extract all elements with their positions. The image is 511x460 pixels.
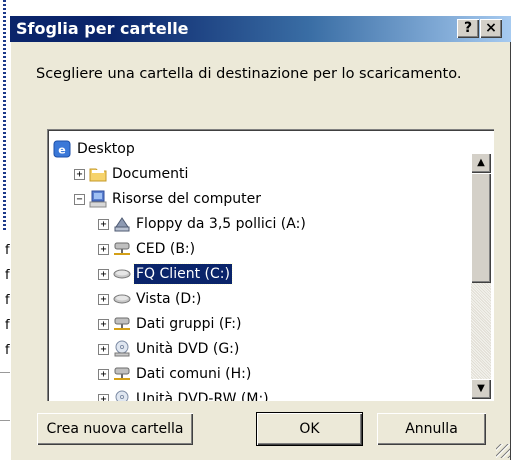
collapse-toggle[interactable]: − bbox=[74, 194, 85, 205]
network-drive-icon bbox=[113, 240, 131, 258]
svg-text:e: e bbox=[58, 144, 65, 157]
title-bar[interactable]: Sfoglia per cartelle ? × bbox=[10, 16, 511, 42]
browse-folder-dialog: Sfoglia per cartelle ? × Scegliere una c… bbox=[10, 16, 511, 460]
tree-item[interactable]: + Dati comuni (H:) bbox=[47, 362, 459, 386]
tree-item-label[interactable]: Desktop bbox=[75, 139, 137, 159]
tree-item-label[interactable]: Unità DVD-RW (M:) bbox=[134, 389, 271, 401]
scroll-up-button[interactable]: ▲ bbox=[471, 153, 491, 173]
computer-icon bbox=[89, 190, 107, 208]
tree-item[interactable]: + Dati gruppi (F:) bbox=[47, 312, 459, 336]
close-button[interactable]: × bbox=[480, 19, 502, 38]
hard-drive-icon bbox=[113, 290, 131, 308]
instruction-text: Scegliere una cartella di destinazione p… bbox=[36, 66, 462, 82]
hard-drive-icon bbox=[113, 265, 131, 283]
expand-toggle[interactable]: + bbox=[74, 169, 85, 180]
cancel-button[interactable]: Annulla bbox=[377, 413, 486, 445]
network-drive-icon bbox=[113, 315, 131, 333]
tree-item-label[interactable]: Floppy da 3,5 pollici (A:) bbox=[134, 214, 308, 234]
tree-item-label[interactable]: Risorse del computer bbox=[110, 189, 263, 209]
tree-item[interactable]: + Documenti bbox=[47, 162, 459, 186]
dialog-title: Sfoglia per cartelle bbox=[16, 19, 189, 38]
dvd-drive-icon bbox=[113, 390, 131, 401]
tree-item[interactable]: e Desktop bbox=[47, 137, 459, 161]
folder-tree[interactable]: e Desktop + Documenti − Risorse del computer +… bbox=[47, 129, 494, 401]
tree-item-label[interactable]: Vista (D:) bbox=[134, 289, 203, 309]
resize-grip[interactable] bbox=[496, 444, 510, 458]
expand-toggle[interactable]: + bbox=[98, 219, 109, 230]
network-drive-icon bbox=[113, 365, 131, 383]
tree-item[interactable]: + FQ Client (C:) bbox=[47, 262, 459, 286]
expand-toggle[interactable]: + bbox=[98, 244, 109, 255]
help-button[interactable]: ? bbox=[457, 19, 479, 38]
desktop-icon: e bbox=[53, 140, 71, 158]
tree-item-label[interactable]: Dati comuni (H:) bbox=[134, 364, 253, 384]
tree-item-label[interactable]: Dati gruppi (F:) bbox=[134, 314, 243, 334]
expand-toggle[interactable]: + bbox=[98, 394, 109, 401]
expand-toggle[interactable]: + bbox=[98, 344, 109, 355]
tree-item[interactable]: + Vista (D:) bbox=[47, 287, 459, 311]
tree-item-label[interactable]: CED (B:) bbox=[134, 239, 197, 259]
floppy-icon bbox=[113, 215, 131, 233]
ok-button[interactable]: OK bbox=[257, 413, 362, 445]
tree-item[interactable]: + Unità DVD-RW (M:) bbox=[47, 387, 459, 401]
tree-item-label[interactable]: Documenti bbox=[110, 164, 190, 184]
new-folder-button[interactable]: Crea nuova cartella bbox=[37, 413, 193, 445]
tree-item-label[interactable]: Unità DVD (G:) bbox=[134, 339, 241, 359]
tree-item[interactable]: + CED (B:) bbox=[47, 237, 459, 261]
dvd-drive-icon bbox=[113, 340, 131, 358]
tree-item[interactable]: + Floppy da 3,5 pollici (A:) bbox=[47, 212, 459, 236]
tree-item-label[interactable]: FQ Client (C:) bbox=[133, 263, 233, 285]
tree-item[interactable]: − Risorse del computer bbox=[47, 187, 459, 211]
folder-icon bbox=[89, 165, 107, 183]
background-window-edge bbox=[3, 0, 6, 230]
vertical-scrollbar[interactable]: ▲ ▼ bbox=[471, 153, 491, 399]
scroll-thumb[interactable] bbox=[471, 173, 491, 283]
expand-toggle[interactable]: + bbox=[98, 269, 109, 280]
expand-toggle[interactable]: + bbox=[98, 369, 109, 380]
expand-toggle[interactable]: + bbox=[98, 319, 109, 330]
tree-item[interactable]: + Unità DVD (G:) bbox=[47, 337, 459, 361]
scroll-down-button[interactable]: ▼ bbox=[471, 379, 491, 399]
expand-toggle[interactable]: + bbox=[98, 294, 109, 305]
